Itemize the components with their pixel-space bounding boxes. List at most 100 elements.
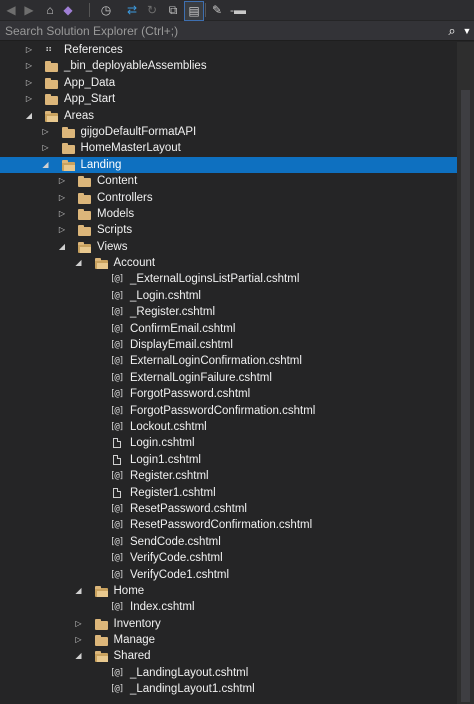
expanded-arrow-icon[interactable]: ◢: [74, 255, 84, 271]
tree-folder-item[interactable]: ◢ Landing: [0, 156, 457, 174]
collapsed-arrow-icon[interactable]: ▷: [57, 206, 67, 222]
tree-item-label: _LandingLayout.cshtml: [130, 666, 249, 679]
tree-file-item[interactable]: [@] VerifyCode.cshtml: [0, 550, 457, 566]
file-icon: [113, 438, 121, 449]
sync-with-active-document-button[interactable]: ⇄: [124, 1, 140, 19]
tree-folder-item[interactable]: ▷ App_Data: [0, 75, 457, 91]
tree-folder-item[interactable]: ◢ Views: [0, 239, 457, 255]
tree-folder-item[interactable]: ▷ ⠶ References: [0, 42, 457, 58]
vs-switch-views-button[interactable]: ◆: [60, 1, 76, 19]
tree-item-label: Content: [97, 175, 138, 188]
tree-item-label: _LandingLayout1.cshtml: [130, 683, 255, 696]
tree-file-item[interactable]: Login1.cshtml: [0, 452, 457, 468]
tree-file-item[interactable]: [@] DisplayEmail.cshtml: [0, 337, 457, 353]
tree-file-item[interactable]: [@] ResetPassword.cshtml: [0, 501, 457, 517]
search-icon[interactable]: ⌕: [444, 23, 460, 39]
forward-button[interactable]: ▶: [22, 1, 36, 19]
tree-item-label: Index.cshtml: [130, 601, 195, 614]
tree-folder-item[interactable]: ▷ Scripts: [0, 222, 457, 238]
expanded-arrow-icon[interactable]: ◢: [74, 583, 84, 599]
vertical-scrollbar[interactable]: [457, 42, 474, 704]
razor-file-icon: [@]: [110, 471, 124, 482]
tree-file-item[interactable]: [@] _ExternalLoginsListPartial.cshtml: [0, 271, 457, 287]
tree-item-label: Login.cshtml: [130, 437, 195, 450]
razor-file-icon: [@]: [110, 421, 124, 432]
tree-item-label: Account: [113, 257, 156, 270]
tree-folder-item[interactable]: ▷ Controllers: [0, 190, 457, 206]
show-all-files-button[interactable]: ▤: [184, 1, 204, 21]
tree-folder-item[interactable]: ▷ gijgoDefaultFormatAPI: [0, 124, 457, 140]
tree-file-item[interactable]: [@] ForgotPasswordConfirmation.cshtml: [0, 403, 457, 419]
tree-file-item[interactable]: [@] ConfirmEmail.cshtml: [0, 321, 457, 337]
tree-item-label: HomeMasterLayout: [80, 142, 181, 155]
collapsed-arrow-icon[interactable]: ▷: [57, 222, 67, 238]
collapsed-arrow-icon[interactable]: ▷: [41, 140, 51, 156]
collapsed-arrow-icon[interactable]: ▷: [24, 58, 34, 74]
expanded-arrow-icon[interactable]: ◢: [41, 157, 51, 173]
collapsed-arrow-icon[interactable]: ▷: [74, 616, 84, 632]
collapsed-arrow-icon[interactable]: ▷: [24, 75, 34, 91]
razor-file-icon: [@]: [110, 602, 124, 613]
tree-file-item[interactable]: [@] ExternalLoginConfirmation.cshtml: [0, 353, 457, 369]
references-icon: ⠶: [45, 44, 53, 55]
solution-tree: ▷ ⠶ References ▷ _bin_deployableAssemblies ▷ A…: [0, 42, 457, 704]
pending-changes-filter-button[interactable]: ◷: [94, 1, 118, 19]
folder-icon: [61, 126, 75, 138]
collapsed-arrow-icon[interactable]: ▷: [41, 124, 51, 140]
tree-item-label: Areas: [64, 109, 95, 122]
search-input[interactable]: [0, 20, 444, 41]
tree-item-label: ExternalLoginConfirmation.cshtml: [130, 355, 302, 368]
show-all-files-icon: ▤: [188, 4, 200, 18]
tree-file-item[interactable]: [@] Index.cshtml: [0, 599, 457, 615]
tree-folder-item[interactable]: ▷ Content: [0, 173, 457, 189]
folder-icon: [78, 192, 91, 204]
razor-file-icon: [@]: [110, 503, 124, 514]
tree-folder-item[interactable]: ▷ Models: [0, 206, 457, 222]
tree-folder-item[interactable]: ◢ Home: [0, 583, 457, 599]
collapsed-arrow-icon[interactable]: ▷: [24, 91, 34, 107]
tree-file-item[interactable]: Login.cshtml: [0, 435, 457, 451]
collapsed-arrow-icon[interactable]: ▷: [57, 190, 67, 206]
expanded-arrow-icon[interactable]: ◢: [74, 648, 84, 664]
home-button[interactable]: ⌂: [42, 1, 58, 19]
tree-file-item[interactable]: [@] _LandingLayout1.cshtml: [0, 681, 457, 697]
tree-file-item[interactable]: Register1.cshtml: [0, 485, 457, 501]
tree-file-item[interactable]: [@] SendCode.cshtml: [0, 534, 457, 550]
tree-folder-item[interactable]: ◢ Account: [0, 255, 457, 271]
tree-folder-item[interactable]: ▷ _bin_deployableAssemblies: [0, 58, 457, 74]
tree-file-item[interactable]: [@] VerifyCode1.cshtml: [0, 567, 457, 583]
preview-selected-items-button[interactable]: -▬: [228, 1, 248, 19]
tree-folder-item[interactable]: ◢ Shared: [0, 648, 457, 664]
tree-file-item[interactable]: [@] _Register.cshtml: [0, 304, 457, 320]
collapsed-arrow-icon[interactable]: ▷: [74, 632, 84, 648]
tree-item-label: gijgoDefaultFormatAPI: [80, 125, 197, 138]
tree-folder-item[interactable]: ▷ App_Start: [0, 91, 457, 107]
tree-file-item[interactable]: [@] _LandingLayout.cshtml: [0, 665, 457, 681]
properties-button[interactable]: ✎: [208, 1, 226, 19]
expanded-arrow-icon[interactable]: ◢: [57, 239, 67, 255]
tree-file-item[interactable]: [@] _Login.cshtml: [0, 288, 457, 304]
tree-item-label: ResetPasswordConfirmation.cshtml: [130, 519, 313, 532]
collapsed-arrow-icon[interactable]: ▷: [57, 173, 67, 189]
expanded-arrow-icon[interactable]: ◢: [24, 108, 34, 124]
razor-file-icon: [@]: [110, 553, 124, 564]
tree-folder-item[interactable]: ◢ Areas: [0, 108, 457, 124]
scrollbar-thumb[interactable]: [461, 90, 470, 702]
tree-folder-item[interactable]: ▷ Inventory: [0, 616, 457, 632]
collapsed-arrow-icon[interactable]: ▷: [24, 42, 34, 58]
tree-file-item[interactable]: [@] ForgotPassword.cshtml: [0, 386, 457, 402]
refresh-button[interactable]: ↻: [144, 1, 160, 19]
tree-file-item[interactable]: [@] ResetPasswordConfirmation.cshtml: [0, 517, 457, 533]
folder-icon: [45, 94, 58, 106]
tree-item-label: _Login.cshtml: [130, 289, 201, 302]
chevron-down-icon[interactable]: ▼: [460, 26, 474, 36]
tree-file-item[interactable]: [@] Register.cshtml: [0, 468, 457, 484]
folder-open-icon: [94, 651, 108, 663]
tree-folder-item[interactable]: ▷ Manage: [0, 632, 457, 648]
tree-file-item[interactable]: [@] ExternalLoginFailure.cshtml: [0, 370, 457, 386]
tree-item-label: _Register.cshtml: [130, 306, 216, 319]
tree-file-item[interactable]: [@] Lockout.cshtml: [0, 419, 457, 435]
back-button[interactable]: ◀: [4, 1, 18, 19]
tree-folder-item[interactable]: ▷ HomeMasterLayout: [0, 140, 457, 156]
collapse-all-button[interactable]: ⧉: [164, 1, 182, 19]
